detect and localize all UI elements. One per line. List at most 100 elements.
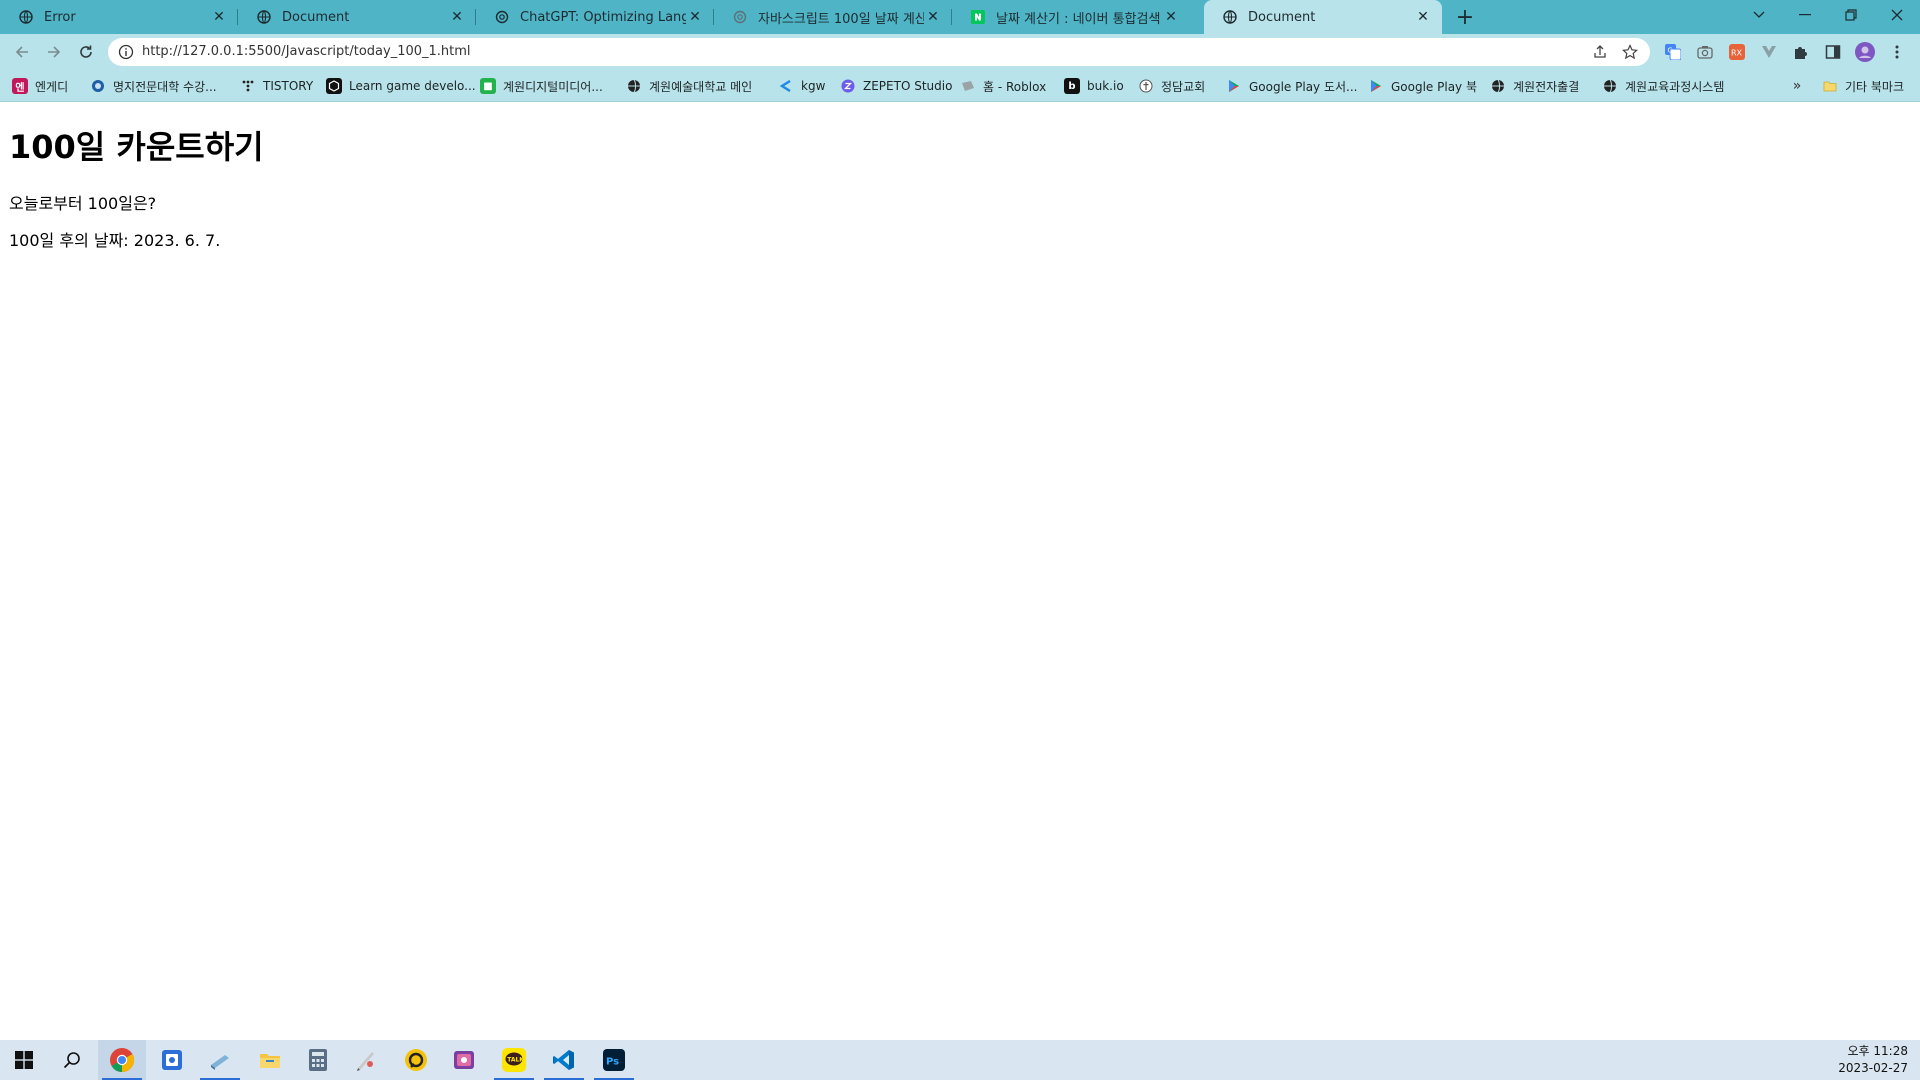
site-info-icon[interactable] [118, 44, 134, 60]
globe-icon [1222, 9, 1238, 25]
taskbar-app[interactable] [196, 1040, 244, 1080]
globe-icon [18, 9, 34, 25]
forward-button[interactable] [40, 38, 68, 66]
rx-extension-icon[interactable]: RX [1726, 41, 1748, 63]
taskbar-chrome[interactable] [98, 1040, 146, 1080]
system-clock[interactable]: 오후 11:28 2023-02-27 [1838, 1043, 1908, 1077]
bookmark-unity-learn[interactable]: Learn game develo... [326, 77, 476, 95]
tab-search-button[interactable] [1736, 0, 1782, 30]
unity-icon [326, 78, 342, 94]
calculator-icon [309, 1049, 327, 1071]
taskbar-photoshop[interactable]: Ps [590, 1040, 638, 1080]
close-icon[interactable]: ✕ [686, 8, 704, 26]
tab-js-100-days[interactable]: 자바스크립트 100일 날짜 계산 ✕ [714, 0, 952, 34]
tab-chatgpt[interactable]: ChatGPT: Optimizing Language ✕ [476, 0, 714, 34]
bookmark-kaywon-main[interactable]: 계원예술대학교 메인 [626, 77, 752, 95]
taskbar-app[interactable] [440, 1040, 488, 1080]
taskbar-file-explorer[interactable] [246, 1040, 294, 1080]
reload-button[interactable] [72, 38, 100, 66]
address-bar[interactable]: http://127.0.0.1:5500/Javascript/today_1… [108, 38, 1650, 66]
bookmark-label: 계원예술대학교 메인 [649, 79, 753, 94]
app-icon [162, 1050, 182, 1070]
tab-document-1[interactable]: Document ✕ [238, 0, 476, 34]
result-text: 100일 후의 날짜: 2023. 6. 7. [9, 231, 221, 250]
taskbar-search-button[interactable] [48, 1040, 96, 1080]
arrow-right-icon [48, 46, 61, 58]
camera-extension-icon[interactable] [1694, 41, 1716, 63]
app-icon [211, 1055, 229, 1070]
globe-icon [1490, 78, 1506, 94]
start-button[interactable] [0, 1040, 48, 1080]
close-icon[interactable]: ✕ [924, 8, 942, 26]
vue-extension-icon[interactable] [1758, 41, 1780, 63]
bookmark-mjc[interactable]: 명지전문대학 수강... [90, 77, 217, 95]
svg-text:RX: RX [1731, 49, 1743, 58]
bookmark-church[interactable]: 정담교회 [1138, 77, 1205, 95]
windows-start-icon [15, 1051, 33, 1069]
bookmark-label: 계원디지털미디어... [503, 79, 603, 94]
bookmark-engedi[interactable]: 엔 엔게디 [12, 77, 68, 95]
close-icon[interactable]: ✕ [1162, 8, 1180, 26]
star-icon[interactable] [1620, 42, 1640, 62]
close-icon[interactable]: ✕ [210, 8, 228, 26]
tab-naver[interactable]: 날짜 계산기 : 네이버 통합검색 ✕ [952, 0, 1190, 34]
side-panel-icon[interactable] [1822, 41, 1844, 63]
close-icon[interactable]: ✕ [1414, 8, 1432, 26]
church-icon [1138, 78, 1154, 94]
clock-date: 2023-02-27 [1838, 1061, 1908, 1075]
bookmark-zepeto[interactable]: ZEPETO Studio [840, 77, 952, 95]
clock-time: 오후 11:28 [1847, 1044, 1908, 1058]
chatgpt-icon [494, 9, 510, 25]
taskbar-app[interactable] [342, 1040, 390, 1080]
share-icon[interactable] [1590, 42, 1610, 62]
bookmark-google-play-books[interactable]: Google Play 도서... [1226, 77, 1358, 95]
svg-text:G: G [1668, 47, 1673, 55]
bookmark-kgw[interactable]: kgw [778, 77, 825, 95]
globe-icon [626, 78, 642, 94]
minimize-button[interactable] [1782, 0, 1828, 30]
restore-button[interactable] [1828, 0, 1874, 30]
bookmark-kaywon-curriculum[interactable]: 계원교육과정시스템 [1602, 77, 1724, 95]
bookmark-label: 명지전문대학 수강... [113, 79, 217, 94]
bookmark-other-folder[interactable]: 기타 북마크 [1822, 77, 1904, 95]
bookmark-label: 기타 북마크 [1845, 79, 1905, 94]
extensions-puzzle-icon[interactable] [1790, 41, 1812, 63]
taskbar-calculator[interactable] [294, 1040, 342, 1080]
kakaotalk-icon: TALK [502, 1048, 526, 1072]
globe-icon [1602, 78, 1618, 94]
bookmark-label: ZEPETO Studio [863, 79, 953, 93]
close-window-button[interactable] [1874, 0, 1920, 30]
taskbar-vscode[interactable] [540, 1040, 588, 1080]
bookmark-label: 계원교육과정시스템 [1625, 79, 1725, 94]
new-tab-button[interactable]: + [1452, 5, 1478, 30]
bookmark-kaywon-digital[interactable]: ■ 계원디지털미디어... [480, 77, 603, 95]
menu-kebab-icon[interactable] [1886, 41, 1908, 63]
bookmark-roblox[interactable]: 홈 - Roblox [960, 77, 1046, 95]
mjc-icon [90, 78, 106, 94]
url-text[interactable]: http://127.0.0.1:5500/Javascript/today_1… [142, 44, 471, 59]
svg-text:TALK: TALK [507, 1057, 524, 1064]
tab-document-active[interactable]: Document ✕ [1204, 0, 1442, 34]
close-icon[interactable]: ✕ [448, 8, 466, 26]
translate-extension-icon[interactable]: G [1662, 41, 1684, 63]
restore-icon [1845, 9, 1857, 21]
back-button[interactable] [8, 38, 36, 66]
bookmark-kaywon-attendance[interactable]: 계원전자출결 [1490, 77, 1579, 95]
taskbar-kakaotalk[interactable]: TALK [490, 1040, 538, 1080]
bookmarks-overflow-button[interactable]: » [1788, 76, 1806, 96]
bookmark-tistory[interactable]: TISTORY [240, 77, 313, 95]
tab-error[interactable]: Error ✕ [0, 0, 238, 34]
bookmark-label: Learn game develo... [349, 79, 476, 93]
bookmarks-bar: 엔 엔게디 명지전문대학 수강... TISTORY Learn game de… [0, 70, 1920, 102]
vscode-icon [553, 1050, 574, 1070]
bookmark-bukio[interactable]: b buk.io [1064, 77, 1124, 95]
google-play-icon [1226, 78, 1242, 94]
zepeto-icon [840, 78, 856, 94]
bookmark-label: TISTORY [263, 79, 314, 93]
taskbar-app[interactable] [148, 1040, 196, 1080]
globe-icon [256, 9, 272, 25]
roblox-icon [960, 78, 976, 94]
taskbar-app[interactable] [392, 1040, 440, 1080]
bookmark-google-play-book[interactable]: Google Play 북 [1368, 77, 1477, 95]
profile-avatar[interactable] [1854, 41, 1876, 63]
